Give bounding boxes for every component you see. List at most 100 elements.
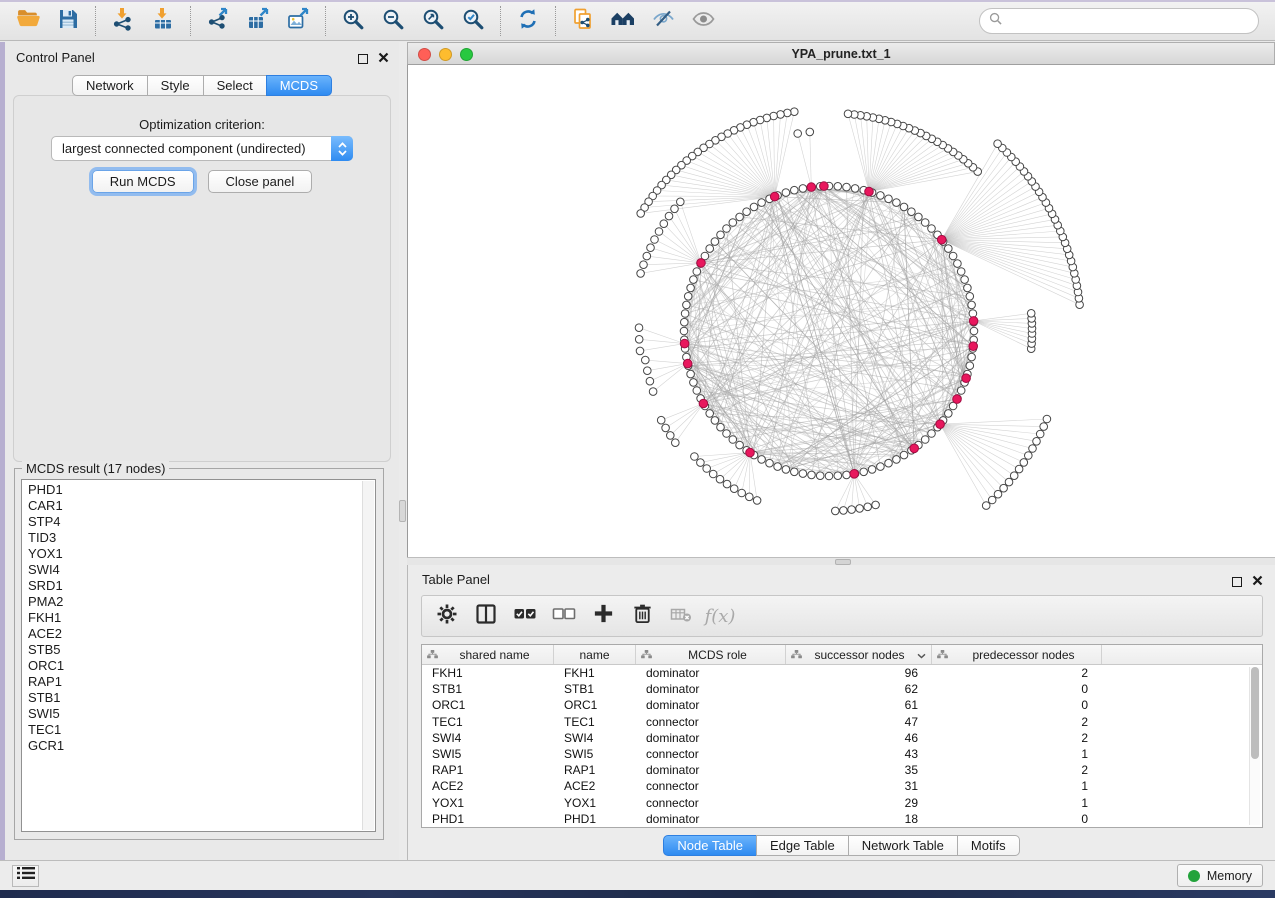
network-node[interactable] — [860, 468, 868, 476]
mcds-result-item[interactable]: ACE2 — [28, 626, 361, 642]
network-node[interactable] — [921, 436, 929, 444]
mcds-result-item[interactable]: SWI4 — [28, 562, 361, 578]
vertical-splitter-handle[interactable] — [399, 500, 406, 522]
network-node[interactable] — [706, 410, 714, 418]
zoom-selected-button[interactable] — [453, 5, 493, 37]
mcds-node[interactable] — [953, 395, 962, 404]
network-node[interactable] — [791, 186, 799, 194]
network-node[interactable] — [945, 410, 953, 418]
network-node[interactable] — [716, 475, 724, 483]
mcds-node[interactable] — [820, 182, 829, 191]
network-node[interactable] — [651, 236, 659, 244]
network-node[interactable] — [834, 472, 842, 480]
mcds-node[interactable] — [937, 235, 946, 244]
network-node[interactable] — [840, 507, 848, 515]
float-panel-icon[interactable] — [358, 54, 368, 64]
network-node[interactable] — [758, 199, 766, 207]
mcds-node[interactable] — [969, 317, 978, 326]
mcds-node[interactable] — [850, 470, 859, 479]
network-node[interactable] — [635, 336, 643, 344]
criterion-select[interactable]: largest connected component (undirected) — [51, 136, 353, 161]
network-node[interactable] — [864, 503, 872, 511]
network-node[interactable] — [877, 463, 885, 471]
network-node[interactable] — [834, 183, 842, 191]
network-node[interactable] — [697, 459, 705, 467]
table-row[interactable]: SWI5SWI5connector431 — [422, 746, 1262, 762]
network-node[interactable] — [843, 183, 851, 191]
network-node[interactable] — [729, 219, 737, 227]
zoom-out-button[interactable] — [373, 5, 413, 37]
save-session-button[interactable] — [48, 5, 88, 37]
network-node[interactable] — [709, 470, 717, 478]
column-header-successor-nodes[interactable]: successor nodes — [786, 645, 932, 664]
network-canvas[interactable] — [407, 65, 1275, 557]
network-node[interactable] — [687, 284, 695, 292]
network-node[interactable] — [806, 128, 814, 136]
network-node[interactable] — [908, 208, 916, 216]
network-node[interactable] — [777, 111, 785, 119]
mcds-result-item[interactable]: CAR1 — [28, 498, 361, 514]
tab-mcds[interactable]: MCDS — [266, 75, 332, 96]
network-node[interactable] — [680, 327, 688, 335]
network-node[interactable] — [774, 463, 782, 471]
network-node[interactable] — [921, 219, 929, 227]
network-node[interactable] — [970, 327, 978, 335]
mcds-node[interactable] — [683, 359, 692, 368]
mcds-node[interactable] — [936, 420, 945, 429]
mcds-result-item[interactable]: STP4 — [28, 514, 361, 530]
tab-select[interactable]: Select — [203, 75, 267, 96]
network-node[interactable] — [667, 432, 675, 440]
show-all-button[interactable] — [683, 5, 723, 37]
network-node[interactable] — [655, 228, 663, 236]
network-node[interactable] — [711, 238, 719, 246]
horizontal-splitter[interactable] — [407, 557, 1275, 565]
deselect-all-rows-button[interactable] — [549, 601, 579, 631]
network-node[interactable] — [994, 140, 1002, 148]
network-node[interactable] — [690, 276, 698, 284]
network-node[interactable] — [642, 356, 650, 364]
table-row[interactable]: STB1STB1dominator620 — [422, 681, 1262, 697]
network-node[interactable] — [637, 270, 645, 278]
mcds-node[interactable] — [746, 448, 755, 457]
close-table-panel-icon[interactable] — [1252, 573, 1263, 591]
mcds-result-item[interactable]: ORC1 — [28, 658, 361, 674]
network-node[interactable] — [657, 416, 665, 424]
network-node[interactable] — [647, 244, 655, 252]
table-row[interactable]: YOX1YOX1connector291 — [422, 795, 1262, 811]
network-node[interactable] — [949, 252, 957, 260]
import-network-button[interactable] — [103, 5, 143, 37]
mcds-result-list[interactable]: PHD1CAR1STP4TID3YOX1SWI4SRD1PMA2FKH1ACE2… — [21, 479, 376, 832]
table-settings-button[interactable] — [432, 601, 462, 631]
network-node[interactable] — [690, 379, 698, 387]
network-node[interactable] — [885, 195, 893, 203]
network-node[interactable] — [766, 459, 774, 467]
network-node[interactable] — [671, 205, 679, 213]
network-node[interactable] — [782, 189, 790, 197]
mcds-node[interactable] — [962, 374, 971, 383]
delete-column-button[interactable] — [627, 601, 657, 631]
network-node[interactable] — [816, 472, 824, 480]
network-node[interactable] — [868, 466, 876, 474]
network-node[interactable] — [954, 260, 962, 268]
network-node[interactable] — [683, 301, 691, 309]
table-row[interactable]: PHD1PHD1dominator180 — [422, 811, 1262, 827]
hide-selected-button[interactable] — [643, 5, 683, 37]
network-node[interactable] — [982, 502, 990, 510]
network-node[interactable] — [799, 470, 807, 478]
network-node[interactable] — [684, 293, 692, 301]
network-node[interactable] — [994, 490, 1002, 498]
mcds-node[interactable] — [699, 399, 708, 408]
table-row[interactable]: ACE2ACE2connector311 — [422, 778, 1262, 794]
network-node[interactable] — [843, 471, 851, 479]
network-node[interactable] — [928, 225, 936, 233]
network-node[interactable] — [662, 424, 670, 432]
network-node[interactable] — [703, 465, 711, 473]
network-node[interactable] — [693, 387, 701, 395]
mcds-result-item[interactable]: SRD1 — [28, 578, 361, 594]
export-table-button[interactable] — [238, 5, 278, 37]
network-node[interactable] — [1020, 459, 1028, 467]
network-node[interactable] — [672, 439, 680, 447]
network-node[interactable] — [723, 430, 731, 438]
mcds-node[interactable] — [807, 183, 816, 192]
network-node[interactable] — [966, 362, 974, 370]
